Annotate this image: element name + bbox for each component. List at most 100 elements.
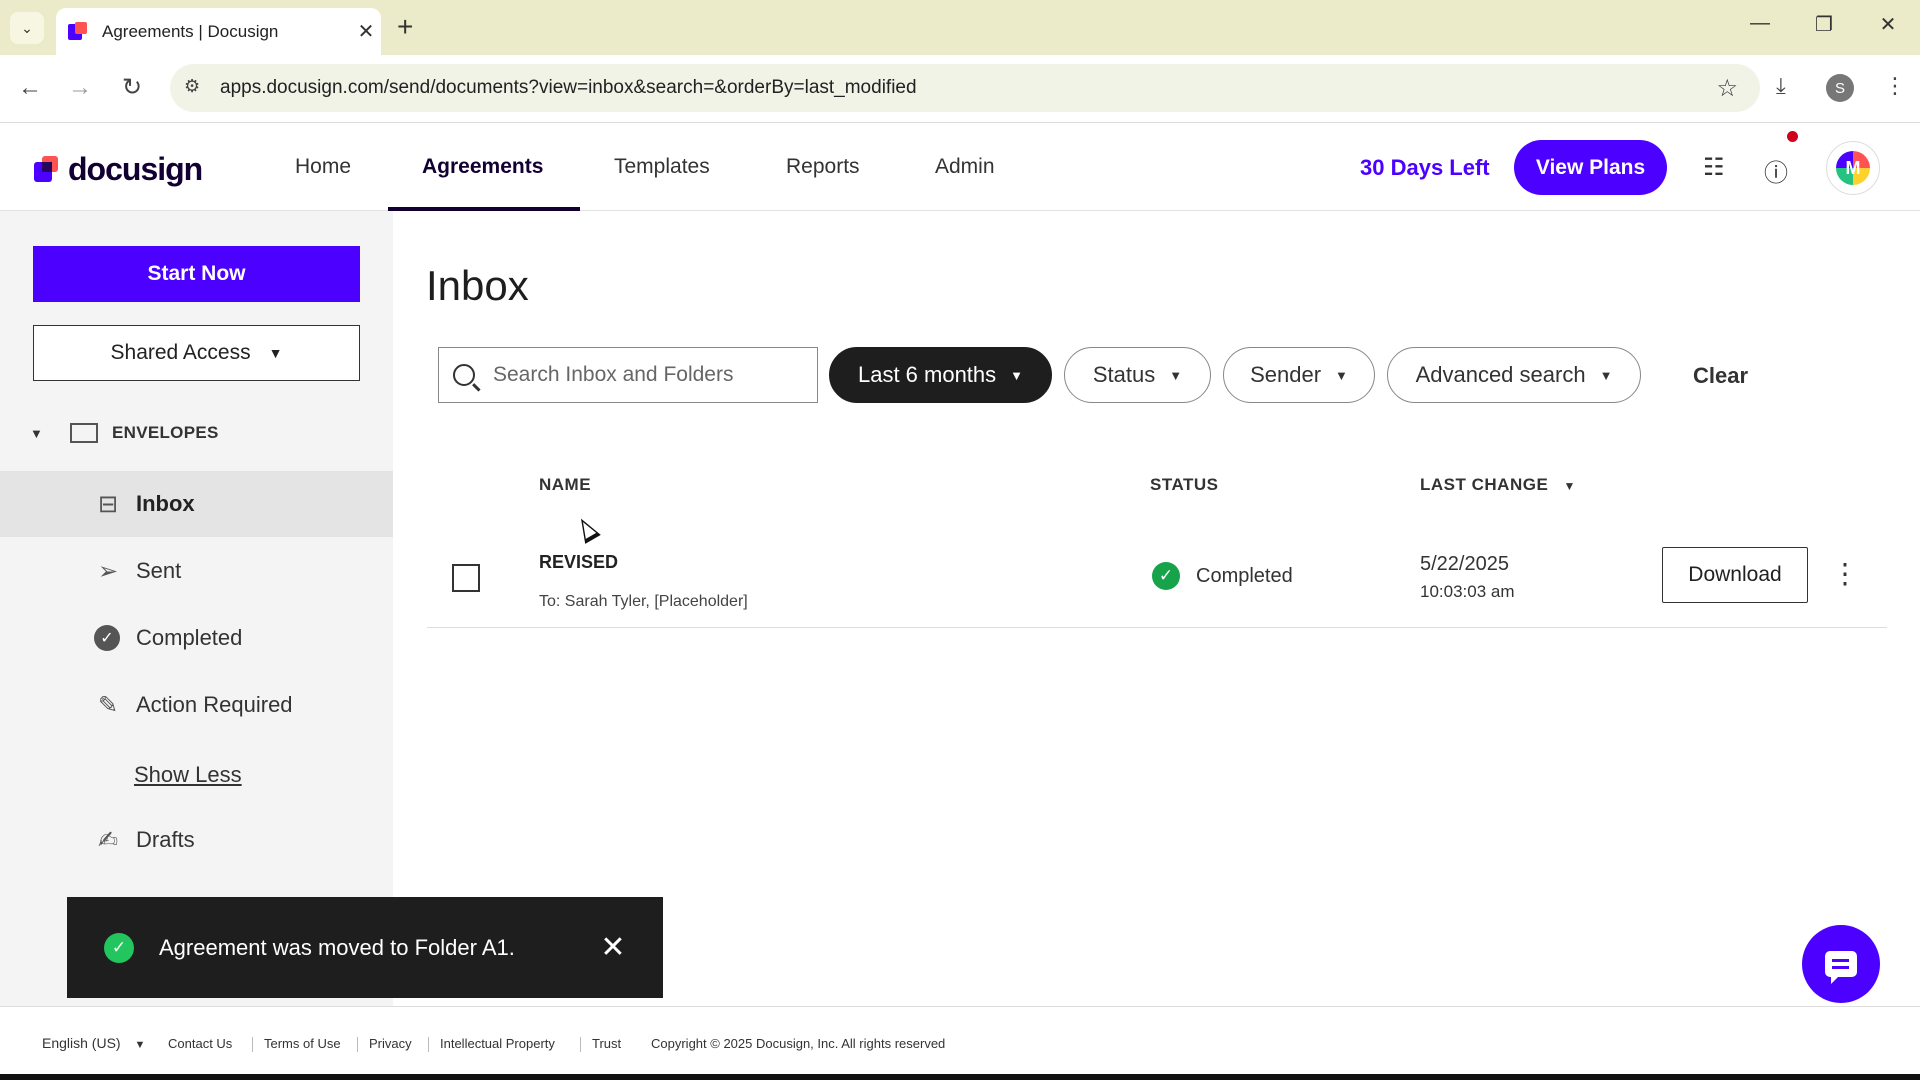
reload-icon[interactable]: ↻ bbox=[116, 74, 148, 102]
trial-days-left[interactable]: 30 Days Left bbox=[1360, 155, 1490, 181]
footer-link-trust[interactable]: Trust bbox=[592, 1036, 621, 1051]
column-header-status[interactable]: STATUS bbox=[1150, 475, 1218, 495]
screen-bottom-edge bbox=[0, 1074, 1920, 1080]
notification-dot bbox=[1787, 131, 1798, 142]
avatar-initial: M bbox=[1836, 151, 1870, 185]
sender-filter-chip[interactable]: Sender ▼ bbox=[1223, 347, 1375, 403]
advanced-search-chip[interactable]: Advanced search ▼ bbox=[1387, 347, 1641, 403]
bookmark-star-icon[interactable]: ☆ bbox=[1716, 74, 1738, 103]
footer-divider bbox=[252, 1037, 253, 1052]
nav-agreements[interactable]: Agreements bbox=[422, 155, 543, 179]
toast-notification: ✓ Agreement was moved to Folder A1. ✕ bbox=[67, 897, 663, 998]
restore-icon[interactable]: ❐ bbox=[1804, 12, 1844, 37]
user-avatar[interactable]: M bbox=[1826, 141, 1880, 195]
date-filter-chip[interactable]: Last 6 months ▼ bbox=[829, 347, 1052, 403]
toast-close-icon[interactable]: ✕ bbox=[583, 930, 643, 965]
footer: English (US) ▼ Contact Us Terms of Use P… bbox=[0, 1006, 1920, 1080]
show-less-link[interactable]: Show Less bbox=[134, 762, 242, 788]
chat-bubble-icon bbox=[1825, 951, 1857, 984]
column-header-name[interactable]: NAME bbox=[539, 475, 591, 495]
minimize-icon[interactable]: — bbox=[1740, 12, 1780, 35]
tab-close-icon[interactable]: ✕ bbox=[351, 19, 381, 44]
status-filter-chip[interactable]: Status ▼ bbox=[1064, 347, 1211, 403]
footer-link-terms[interactable]: Terms of Use bbox=[264, 1036, 341, 1051]
sidebar-item-inbox[interactable]: ⊟ Inbox bbox=[0, 471, 393, 537]
shared-access-dropdown[interactable]: Shared Access ▼ bbox=[33, 325, 360, 381]
footer-divider bbox=[357, 1037, 358, 1052]
envelope-name[interactable]: REVISED bbox=[539, 552, 618, 573]
nav-admin[interactable]: Admin bbox=[935, 155, 995, 179]
browser-tab[interactable]: Agreements | Docusign ✕ bbox=[56, 8, 381, 55]
new-tab-icon[interactable]: + bbox=[397, 12, 413, 42]
footer-link-contact[interactable]: Contact Us bbox=[168, 1036, 232, 1051]
forward-arrow-icon[interactable]: → bbox=[64, 74, 96, 102]
language-selector[interactable]: English (US) ▼ bbox=[42, 1035, 145, 1051]
sidebar-item-label: Inbox bbox=[136, 491, 195, 516]
browser-profile-avatar[interactable]: S bbox=[1826, 74, 1854, 102]
status-label: Completed bbox=[1196, 564, 1293, 587]
search-icon bbox=[453, 364, 475, 386]
envelopes-label: ENVELOPES bbox=[112, 423, 219, 442]
check-circle-icon: ✓ bbox=[94, 625, 120, 651]
nav-home[interactable]: Home bbox=[295, 155, 351, 179]
date-filter-label: Last 6 months bbox=[857, 362, 997, 387]
caret-down-icon: ▼ bbox=[134, 1039, 146, 1051]
column-header-last-change[interactable]: LAST CHANGE ▼ bbox=[1420, 475, 1576, 495]
help-icon[interactable]: ⓘ bbox=[1764, 153, 1788, 188]
tab-title: Agreements | Docusign bbox=[102, 21, 279, 41]
advanced-search-label: Advanced search bbox=[1415, 362, 1586, 387]
envelope-icon bbox=[70, 423, 98, 443]
active-nav-indicator bbox=[388, 207, 580, 211]
docusign-logo-mark-icon bbox=[34, 155, 60, 184]
tab-search-button[interactable]: ⌄ bbox=[10, 12, 44, 44]
sidebar-item-label: Sent bbox=[136, 558, 182, 583]
last-change-time: 10:03:03 am bbox=[1420, 582, 1515, 601]
docusign-logo[interactable]: docusign bbox=[34, 151, 203, 188]
footer-link-privacy[interactable]: Privacy bbox=[369, 1036, 412, 1051]
footer-link-ip[interactable]: Intellectual Property bbox=[440, 1036, 555, 1051]
sort-caret-down-icon: ▼ bbox=[1563, 479, 1576, 493]
copyright-text: Copyright © 2025 Docusign, Inc. All righ… bbox=[651, 1036, 946, 1051]
download-icon[interactable]: ⤓ bbox=[1776, 73, 1786, 99]
envelope-status: ✓ Completed bbox=[1152, 562, 1293, 590]
site-info-icon[interactable]: ⚙ bbox=[184, 76, 200, 97]
start-now-button[interactable]: Start Now bbox=[33, 246, 360, 302]
sidebar-item-drafts[interactable]: ✍ Drafts bbox=[0, 807, 393, 873]
chat-button[interactable] bbox=[1802, 925, 1880, 1003]
more-options-icon[interactable]: ⋮ bbox=[1827, 552, 1863, 596]
address-bar[interactable]: ⚙ apps.docusign.com/send/documents?view=… bbox=[170, 64, 1760, 112]
table-row[interactable]: REVISED To: Sarah Tyler, [Placeholder] ✓… bbox=[427, 528, 1887, 628]
browser-tab-bar: ⌄ Agreements | Docusign ✕ + — ❐ ✕ bbox=[0, 0, 1920, 55]
sidebar-item-action-required[interactable]: ✎ Action Required bbox=[0, 672, 393, 738]
search-box[interactable] bbox=[438, 347, 818, 403]
browser-toolbar: ← → ↻ ⚙ apps.docusign.com/send/documents… bbox=[0, 55, 1920, 123]
last-change-date: 5/22/2025 bbox=[1420, 553, 1509, 575]
search-input[interactable] bbox=[493, 363, 793, 387]
task-list-icon[interactable]: ☷ bbox=[1703, 153, 1725, 182]
url-text[interactable]: apps.docusign.com/send/documents?view=in… bbox=[220, 77, 917, 99]
envelopes-section-toggle[interactable]: ▼ ENVELOPES bbox=[30, 423, 219, 443]
app-header: docusign Home Agreements Templates Repor… bbox=[0, 123, 1920, 211]
inbox-icon: ⊟ bbox=[97, 490, 119, 518]
clear-filters-link[interactable]: Clear bbox=[1693, 363, 1748, 389]
logo-text: docusign bbox=[68, 151, 203, 187]
caret-down-icon: ▼ bbox=[1335, 367, 1348, 383]
nav-templates[interactable]: Templates bbox=[614, 155, 710, 179]
window-close-icon[interactable]: ✕ bbox=[1868, 12, 1908, 37]
back-arrow-icon[interactable]: ← bbox=[14, 74, 46, 102]
chevron-down-icon: ⌄ bbox=[21, 19, 33, 36]
sidebar-item-sent[interactable]: ➢ Sent bbox=[0, 538, 393, 604]
pen-icon: ✎ bbox=[97, 691, 119, 719]
sidebar-item-completed[interactable]: ✓ Completed bbox=[0, 605, 393, 671]
toast-message: Agreement was moved to Folder A1. bbox=[159, 934, 515, 960]
nav-reports[interactable]: Reports bbox=[786, 155, 860, 179]
status-filter-label: Status bbox=[1092, 362, 1156, 387]
page-title: Inbox bbox=[426, 262, 529, 309]
row-checkbox[interactable] bbox=[452, 564, 480, 592]
sidebar-item-label: Drafts bbox=[136, 827, 195, 852]
caret-down-icon: ▼ bbox=[1599, 367, 1613, 383]
browser-menu-icon[interactable]: ⋮ bbox=[1884, 73, 1906, 99]
download-button[interactable]: Download bbox=[1662, 547, 1808, 603]
sidebar-item-label: Action Required bbox=[136, 692, 293, 717]
view-plans-button[interactable]: View Plans bbox=[1514, 140, 1667, 195]
